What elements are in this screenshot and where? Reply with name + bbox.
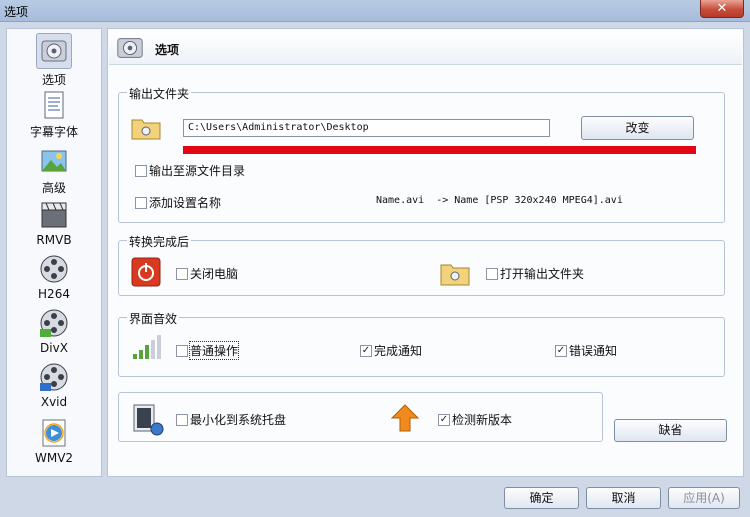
output-to-source-option[interactable]: 输出至源文件目录: [135, 162, 245, 179]
sidebar: 选项 字幕字体 高级 RMVB H264 DivX Xvid WMV2: [6, 28, 102, 477]
sidebar-item-xvid[interactable]: Xvid: [7, 361, 101, 409]
film-reel-icon: [40, 309, 68, 337]
check-update-option[interactable]: 检测新版本: [438, 411, 512, 428]
minimize-tray-checkbox[interactable]: [176, 413, 188, 426]
sidebar-item-h264[interactable]: H264: [7, 253, 101, 301]
sidebar-item-subtitle-font[interactable]: 字幕字体: [7, 89, 101, 140]
panel-header: 选项: [109, 31, 742, 65]
option-label: 输出至源文件目录: [149, 164, 246, 178]
output-to-source-checkbox[interactable]: [135, 164, 147, 177]
film-reel-icon: [40, 255, 68, 283]
open-output-folder-option[interactable]: 打开输出文件夹: [486, 265, 584, 282]
subtitle-font-icon: [44, 91, 64, 119]
option-label: 添加设置名称: [149, 196, 222, 210]
done-notify-checkbox[interactable]: [360, 344, 372, 357]
sidebar-item-label: Xvid: [40, 395, 68, 409]
apply-button[interactable]: 应用(A): [668, 487, 740, 509]
group-label: 转换完成后: [127, 233, 192, 250]
options-icon: [117, 38, 143, 58]
close-icon: ✕: [716, 1, 728, 16]
update-arrow-icon: [390, 404, 420, 432]
wmv-icon: [42, 419, 66, 447]
power-icon: [131, 257, 161, 287]
advanced-icon: [41, 150, 67, 172]
option-label: 检测新版本: [452, 413, 513, 427]
option-label: 完成通知: [374, 344, 423, 358]
options-icon: [41, 40, 67, 62]
add-setting-name-option[interactable]: 添加设置名称: [135, 194, 221, 211]
sidebar-item-label: RMVB: [36, 233, 72, 247]
option-label: 错误通知: [569, 344, 618, 358]
done-notify-option[interactable]: 完成通知: [360, 342, 422, 359]
sidebar-item-label: 字幕字体: [29, 125, 78, 139]
window-title: 选项: [4, 5, 29, 19]
film-reel-icon: [40, 363, 68, 391]
folder-icon: [440, 264, 470, 286]
close-button[interactable]: ✕: [700, 0, 744, 18]
tray-icon: [133, 404, 164, 436]
default-button[interactable]: 缺省: [614, 419, 727, 442]
group-label: 界面音效: [127, 310, 180, 327]
rmvb-icon: [41, 202, 67, 228]
sidebar-item-wmv2[interactable]: WMV2: [7, 417, 101, 465]
check-update-checkbox[interactable]: [438, 413, 450, 426]
sidebar-item-label: WMV2: [34, 451, 74, 465]
sidebar-item-label: 选项: [41, 73, 66, 87]
sidebar-item-rmvb[interactable]: RMVB: [7, 199, 101, 247]
error-notify-option[interactable]: 错误通知: [555, 342, 617, 359]
option-label: 关闭电脑: [190, 267, 239, 281]
folder-icon: [131, 119, 161, 140]
sidebar-item-options[interactable]: 选项: [7, 33, 101, 88]
open-output-folder-checkbox[interactable]: [486, 267, 498, 280]
ok-button[interactable]: 确定: [504, 487, 579, 509]
output-path-input[interactable]: C:\Users\Administrator\Desktop: [183, 119, 550, 137]
normal-op-option[interactable]: 普通操作: [176, 341, 240, 360]
group-label: 输出文件夹: [127, 85, 192, 102]
title-bar[interactable]: 选项 ✕: [0, 0, 750, 22]
page-title: 选项: [155, 43, 180, 57]
option-label: 普通操作: [188, 341, 240, 360]
sidebar-item-advanced[interactable]: 高级: [7, 145, 101, 196]
shutdown-checkbox[interactable]: [176, 267, 188, 280]
normal-op-checkbox[interactable]: [176, 344, 188, 357]
shutdown-option[interactable]: 关闭电脑: [176, 265, 238, 282]
options-dialog: 选项 ✕ 选项 字幕字体 高级 RMVB H264 DivX Xvid WMV2…: [0, 0, 750, 517]
name-example-text: Name.avi -> Name [PSP 320x240 MPEG4].avi: [376, 195, 623, 206]
sidebar-item-divx[interactable]: DivX: [7, 307, 101, 355]
sidebar-item-label: 高级: [41, 181, 66, 195]
error-notify-checkbox[interactable]: [555, 344, 567, 357]
sidebar-item-label: H264: [38, 287, 70, 301]
option-label: 最小化到系统托盘: [190, 413, 287, 427]
sidebar-item-label: DivX: [40, 341, 68, 355]
change-folder-button[interactable]: 改变: [581, 116, 694, 140]
highlight-bar: [183, 146, 696, 154]
volume-bars-icon: [133, 335, 161, 359]
add-setting-name-checkbox[interactable]: [135, 196, 147, 209]
cancel-button[interactable]: 取消: [586, 487, 661, 509]
minimize-tray-option[interactable]: 最小化到系统托盘: [176, 411, 286, 428]
option-label: 打开输出文件夹: [500, 267, 585, 281]
